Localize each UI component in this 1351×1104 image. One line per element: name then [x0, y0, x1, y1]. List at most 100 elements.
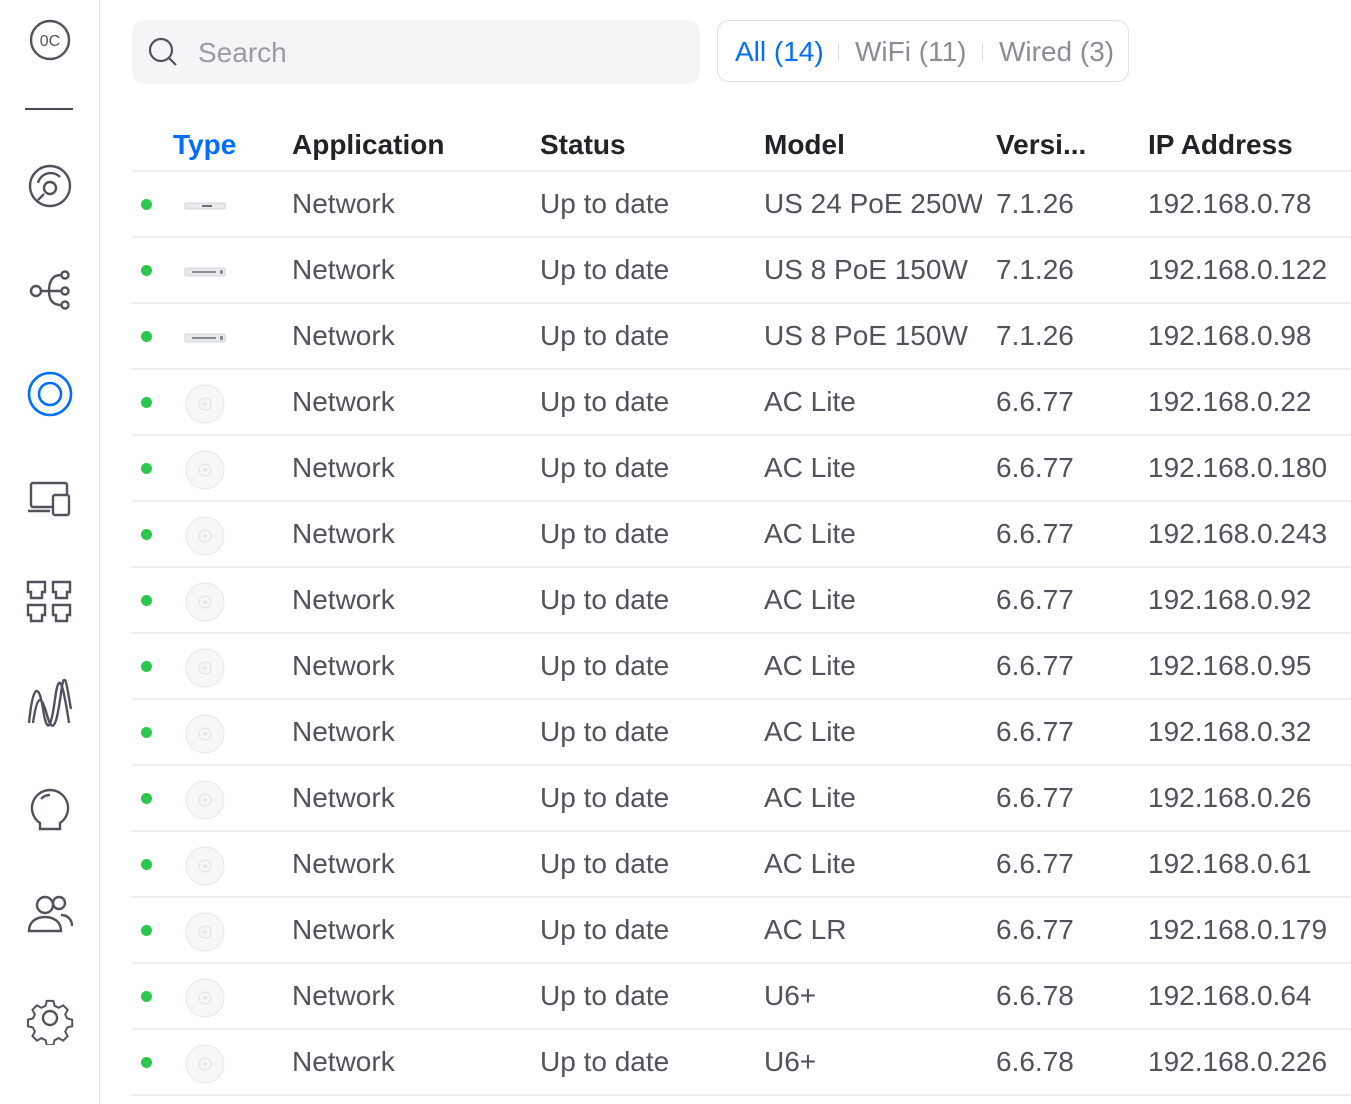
dashboard-icon[interactable]: [23, 159, 77, 213]
access-point-device-icon: [184, 581, 226, 623]
cell-status: Up to date: [540, 188, 670, 219]
tab-wired[interactable]: Wired (3): [999, 35, 1114, 69]
cell-ip-address: 192.168.0.122: [1148, 254, 1328, 285]
table-row[interactable]: Network Up to date AC LR 6.6.77 192.168.…: [132, 898, 1351, 964]
table-row[interactable]: Network Up to date AC Lite 6.6.77 192.16…: [132, 634, 1351, 700]
table-header-divider: [132, 106, 1351, 172]
cell-model: US 8 PoE 150W: [764, 254, 968, 285]
cell-model: U6+: [764, 980, 817, 1011]
online-status-dot: [141, 265, 152, 276]
cell-model: AC Lite: [764, 716, 856, 747]
access-point-device-icon: [184, 449, 226, 491]
cell-version: 6.6.77: [996, 452, 1074, 483]
online-status-dot: [141, 463, 152, 474]
cell-status: Up to date: [540, 980, 670, 1011]
cell-status: Up to date: [540, 518, 670, 549]
switch-device-icon: [184, 251, 226, 293]
statistics-icon[interactable]: [23, 679, 77, 733]
online-status-dot: [141, 991, 152, 1002]
cell-ip-address: 192.168.0.32: [1148, 716, 1312, 747]
cell-version: 6.6.77: [996, 716, 1074, 747]
cell-version: 6.6.77: [996, 914, 1074, 945]
cell-model: AC Lite: [764, 452, 856, 483]
access-point-device-icon: [184, 977, 226, 1019]
cell-application: Network: [292, 518, 395, 549]
access-point-device-icon: [184, 647, 226, 689]
cell-version: 6.6.77: [996, 848, 1074, 879]
cell-version: 6.6.78: [996, 980, 1074, 1011]
cell-version: 6.6.77: [996, 518, 1074, 549]
tab-all[interactable]: All (14): [735, 35, 824, 69]
cell-status: Up to date: [540, 848, 670, 879]
access-point-device-icon: [184, 713, 226, 755]
access-point-device-icon: [184, 383, 226, 425]
cell-status: Up to date: [540, 782, 670, 813]
cell-model: AC Lite: [764, 584, 856, 615]
cell-status: Up to date: [540, 716, 670, 747]
switch-device-icon: [184, 185, 226, 227]
insights-icon[interactable]: [23, 783, 77, 837]
cell-ip-address: 192.168.0.61: [1148, 848, 1312, 879]
cell-status: Up to date: [540, 650, 670, 681]
cell-ip-address: 192.168.0.22: [1148, 386, 1312, 417]
tab-separator: [982, 43, 983, 61]
cell-application: Network: [292, 1046, 395, 1077]
table-row[interactable]: Network Up to date US 24 PoE 250W 7.1.26…: [132, 172, 1351, 238]
online-status-dot: [141, 727, 152, 738]
cell-ip-address: 192.168.0.92: [1148, 584, 1312, 615]
cell-status: Up to date: [540, 320, 670, 351]
cell-model: AC Lite: [764, 386, 856, 417]
tab-wifi[interactable]: WiFi (11): [855, 35, 966, 69]
table-row[interactable]: Network Up to date AC Lite 6.6.77 192.16…: [132, 568, 1351, 634]
online-status-dot: [141, 595, 152, 606]
svg-text:0C: 0C: [40, 33, 60, 50]
online-status-dot: [141, 397, 152, 408]
cell-application: Network: [292, 254, 395, 285]
cell-model: U6+: [764, 1046, 817, 1077]
cell-model: AC Lite: [764, 848, 856, 879]
sidebar: 0C: [0, 0, 100, 1104]
access-point-device-icon: [184, 515, 226, 557]
cell-application: Network: [292, 980, 395, 1011]
cell-status: Up to date: [540, 1046, 670, 1077]
devices-icon[interactable]: [23, 367, 77, 421]
table-row[interactable]: Network Up to date AC Lite 6.6.77 192.16…: [132, 502, 1351, 568]
cell-application: Network: [292, 320, 395, 351]
clients-icon[interactable]: [23, 471, 77, 525]
cell-application: Network: [292, 650, 395, 681]
table-row[interactable]: Network Up to date US 8 PoE 150W 7.1.26 …: [132, 238, 1351, 304]
organization-logo-icon[interactable]: 0C: [23, 13, 77, 67]
topology-icon[interactable]: [23, 263, 77, 317]
cell-version: 6.6.78: [996, 1046, 1074, 1077]
cell-model: AC LR: [764, 914, 847, 945]
online-status-dot: [141, 925, 152, 936]
table-row[interactable]: Network Up to date U6+ 6.6.78 192.168.0.…: [132, 1030, 1351, 1096]
cell-version: 7.1.26: [996, 254, 1074, 285]
cell-model: AC Lite: [764, 782, 856, 813]
search-input[interactable]: [196, 32, 680, 74]
table-row[interactable]: Network Up to date US 8 PoE 150W 7.1.26 …: [132, 304, 1351, 370]
device-filter-tabs: All (14) WiFi (11) Wired (3): [717, 20, 1129, 82]
cell-model: AC Lite: [764, 518, 856, 549]
table-row[interactable]: Network Up to date AC Lite 6.6.77 192.16…: [132, 766, 1351, 832]
table-row[interactable]: Network Up to date AC Lite 6.6.77 192.16…: [132, 436, 1351, 502]
online-status-dot: [141, 331, 152, 342]
cell-application: Network: [292, 782, 395, 813]
online-status-dot: [141, 199, 152, 210]
cell-status: Up to date: [540, 914, 670, 945]
users-icon[interactable]: [23, 887, 77, 941]
cell-ip-address: 192.168.0.226: [1148, 1046, 1328, 1077]
search-icon: [147, 36, 179, 68]
cell-version: 6.6.77: [996, 584, 1074, 615]
table-row[interactable]: Network Up to date AC Lite 6.6.77 192.16…: [132, 832, 1351, 898]
ports-icon[interactable]: [23, 575, 77, 629]
cell-ip-address: 192.168.0.98: [1148, 320, 1312, 351]
table-row[interactable]: Network Up to date AC Lite 6.6.77 192.16…: [132, 700, 1351, 766]
online-status-dot: [141, 793, 152, 804]
switch-device-icon: [184, 317, 226, 359]
search-box[interactable]: [132, 20, 700, 84]
settings-icon[interactable]: [23, 991, 77, 1045]
table-row[interactable]: Network Up to date AC Lite 6.6.77 192.16…: [132, 370, 1351, 436]
cell-ip-address: 192.168.0.78: [1148, 188, 1312, 219]
table-row[interactable]: Network Up to date U6+ 6.6.78 192.168.0.…: [132, 964, 1351, 1030]
